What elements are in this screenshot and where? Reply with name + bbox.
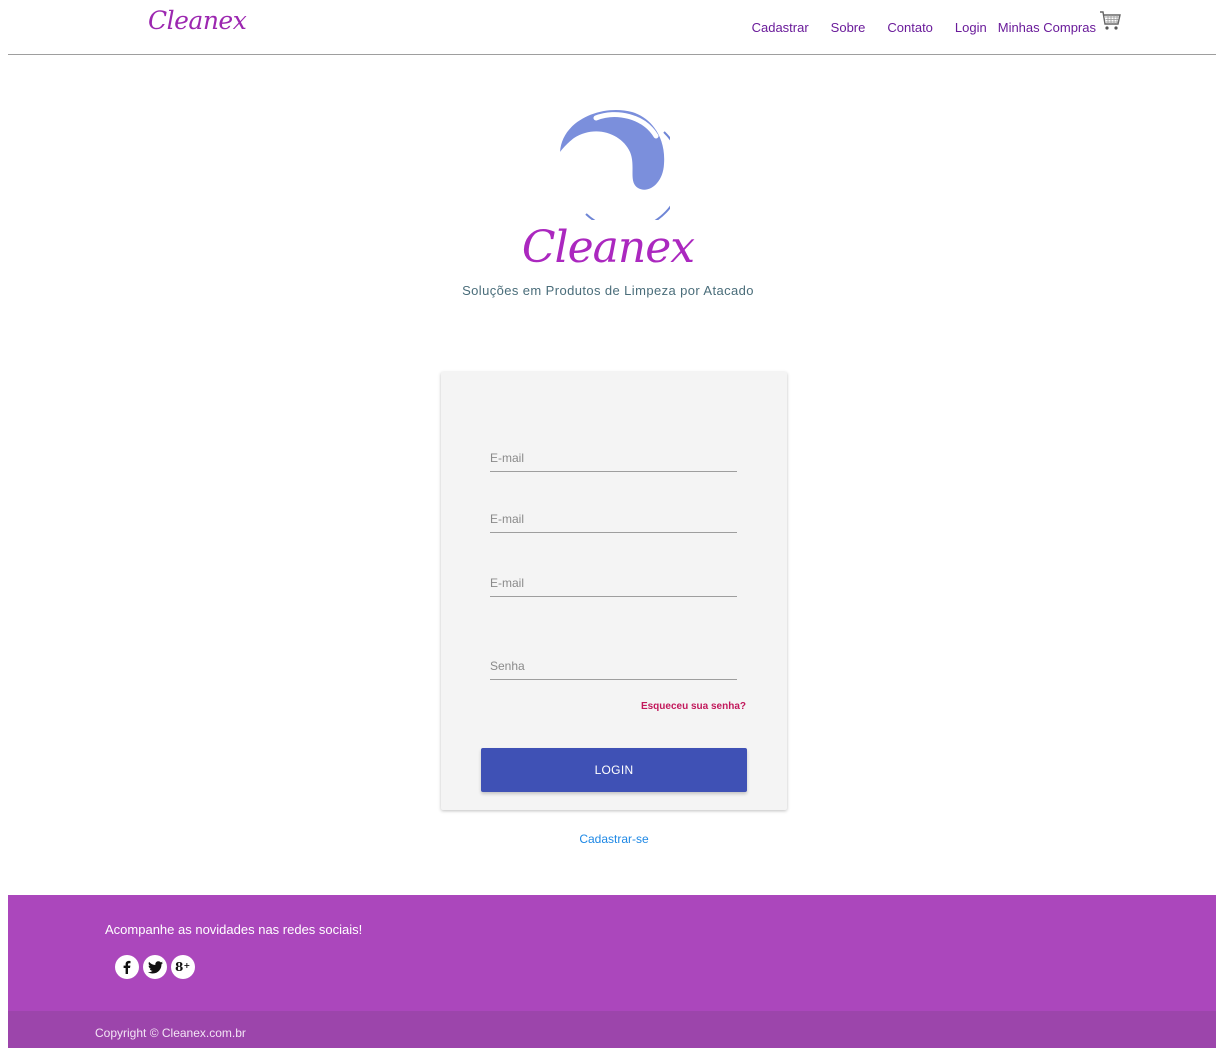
email-input-2[interactable] [490,505,737,532]
email-input-3[interactable] [490,569,737,596]
shopping-cart-icon [1100,10,1121,30]
nav-sobre[interactable]: Sobre [820,0,877,55]
nav-minhas-compras[interactable]: Minhas Compras [998,0,1122,55]
facebook-glyph-icon [123,960,131,974]
email-input-1[interactable] [490,444,737,471]
google-plus-glyph-icon: 8 + [175,960,191,974]
copyright-bar: Copyright © Cleanex.com.br [8,1011,1216,1048]
login-button[interactable]: LOGIN [481,748,747,792]
social-follow-text: Acompanhe as novidades nas redes sociais… [105,922,363,937]
twitter-bird-icon [147,960,163,973]
password-field [490,652,737,680]
email-field-1 [490,444,737,472]
email-field-2 [490,505,737,533]
nav-minhas-compras-label[interactable]: Minhas Compras [998,0,1096,55]
social-icons: 8 + [115,955,195,979]
nav-login[interactable]: Login [944,0,998,55]
hero-title: Cleanex [521,222,695,273]
login-card: Esqueceu sua senha? LOGIN [441,372,787,810]
register-link[interactable]: Cadastrar-se [0,832,1216,846]
footer: Acompanhe as novidades nas redes sociais… [8,895,1216,1011]
twitter-icon[interactable] [143,955,167,979]
svg-text:+: + [184,961,191,970]
hero-subtitle: Soluções em Produtos de Limpeza por Atac… [462,283,754,298]
main-nav: Cadastrar Sobre Contato Login Minhas Com… [741,0,1122,55]
google-plus-icon[interactable]: 8 + [171,955,195,979]
wave-circle-logo [560,109,670,220]
copyright-text: Copyright © Cleanex.com.br [95,1026,246,1040]
email-field-3 [490,569,737,597]
forgot-password-link[interactable]: Esqueceu sua senha? [641,701,746,712]
brand-logo-link[interactable]: Cleanex [148,6,247,35]
facebook-icon[interactable] [115,955,139,979]
nav-cadastrar[interactable]: Cadastrar [741,0,820,55]
nav-contato[interactable]: Contato [876,0,944,55]
svg-text:8: 8 [175,960,183,974]
password-input[interactable] [490,652,737,679]
top-navbar: Cleanex Cadastrar Sobre Contato Login Mi… [8,0,1216,55]
